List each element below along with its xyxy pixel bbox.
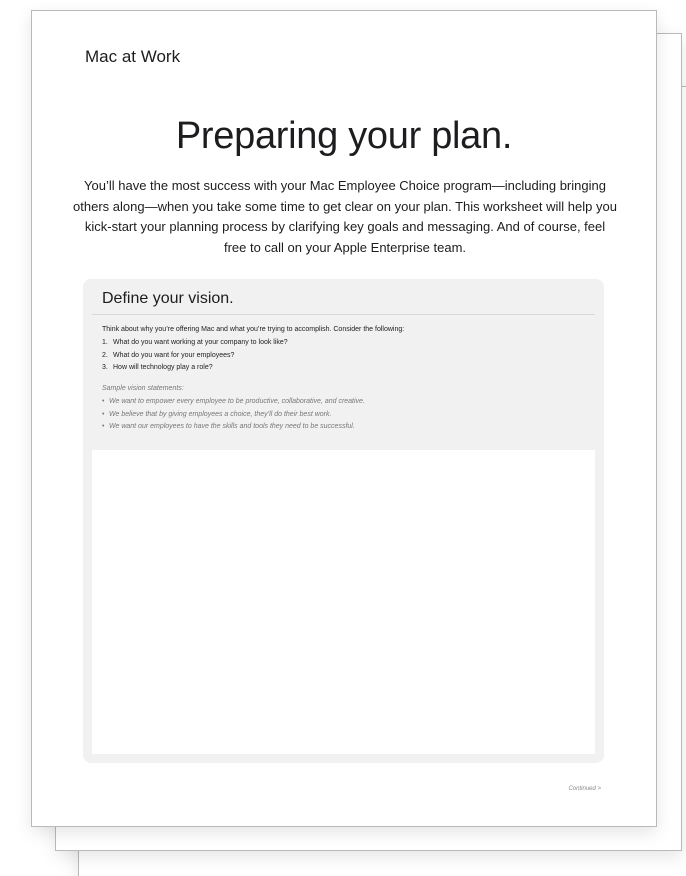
sample-statement: • We want our employees to have the skill… [102, 421, 365, 434]
bullet-glyph: • [102, 423, 105, 430]
intro-paragraph: You’ll have the most success with your M… [73, 178, 617, 255]
sample-statements-heading: Sample vision statements: [102, 385, 184, 392]
question-number: 3. [102, 364, 108, 371]
question-item: 2. What do you want for your employees? [102, 350, 288, 363]
question-text: How will technology play a role? [113, 364, 213, 371]
section-prompt: Think about why you’re offering Mac and … [102, 326, 405, 333]
question-text: What do you want for your employees? [113, 351, 235, 359]
question-text: What do you want working at your company… [113, 339, 288, 346]
page-title: Preparing your plan. [175, 115, 513, 157]
question-item: 3. How will technology play a role? [102, 362, 288, 375]
question-list: 1. What do you want working at your compa… [102, 337, 288, 375]
sample-statement-text: We want our employees to have the skills… [109, 423, 355, 430]
bullet-glyph: • [102, 398, 105, 405]
section-divider [92, 314, 595, 315]
brand-title: Mac at Work [85, 47, 181, 66]
document-stage: Mac at Work Preparing your plan. You’ll … [0, 0, 686, 876]
question-item: 1. What do you want working at your compa… [102, 337, 288, 350]
question-number: 2. [102, 351, 108, 359]
bullet-glyph: • [102, 410, 105, 418]
sample-statement: • We want to empower every employee to be… [102, 396, 365, 409]
worksheet-page: Mac at Work Preparing your plan. You’ll … [31, 10, 657, 827]
sample-statement-text: We believe that by giving employees a ch… [109, 410, 332, 418]
section-title: Define your vision. [102, 290, 234, 307]
sample-statement-text: We want to empower every employee to be … [109, 398, 365, 405]
define-vision-panel: Define your vision. Think about why you’… [83, 279, 604, 763]
sample-statement: • We believe that by giving employees a c… [102, 409, 365, 422]
continued-label: Continued > [568, 786, 601, 792]
sample-statement-list: • We want to empower every employee to be… [102, 396, 365, 434]
question-number: 1. [102, 339, 108, 346]
vision-answer-field[interactable] [92, 450, 595, 754]
